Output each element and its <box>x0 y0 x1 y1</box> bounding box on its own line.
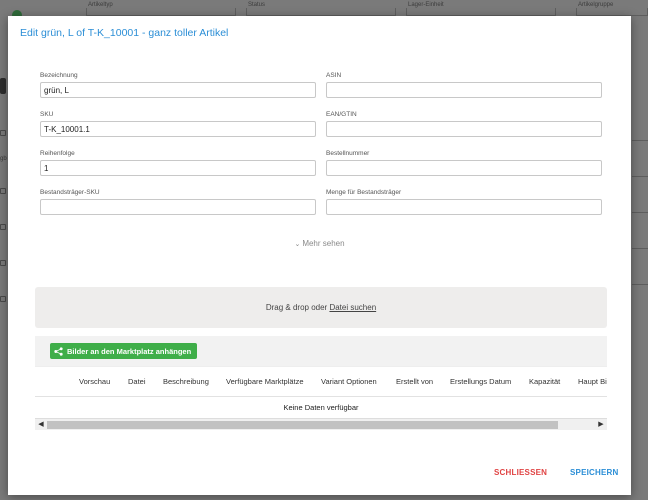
column-header[interactable]: Kapazität <box>529 377 560 386</box>
reihenfolge-input[interactable]: 1 <box>40 160 316 176</box>
bg-cube-icon <box>0 224 6 230</box>
bestandstraeger-sku-input[interactable] <box>40 199 316 215</box>
edit-variant-dialog: Edit grün, L of T-K_10001 - ganz toller … <box>8 16 631 495</box>
file-search-link[interactable]: Datei suchen <box>329 303 376 312</box>
ean-input[interactable] <box>326 121 602 137</box>
bezeichnung-label: Bezeichnung <box>40 72 78 79</box>
bg-cube-icon <box>0 296 6 302</box>
sku-label: SKU <box>40 111 54 118</box>
background-filter-bar: Artikeltyp Status Lager-Einheit Artikelg… <box>0 0 648 16</box>
bg-left-icon <box>0 130 6 136</box>
reihenfolge-field: Reihenfolge 1 <box>40 150 316 176</box>
dialog-title: Edit grün, L of T-K_10001 - ganz toller … <box>20 27 229 39</box>
bg-field <box>86 8 236 16</box>
ean-label: EAN/GTIN <box>326 111 357 118</box>
bg-field <box>576 8 648 16</box>
bestandstraeger-sku-field: Bestandsträger-SKU <box>40 189 316 215</box>
bg-divider <box>632 284 648 285</box>
bezeichnung-field: Bezeichnung grün, L <box>40 72 316 98</box>
sku-input[interactable]: T-K_10001.1 <box>40 121 316 137</box>
bg-divider <box>632 212 648 213</box>
more-link-label: Mehr sehen <box>302 239 345 248</box>
column-header[interactable]: Beschreibung <box>163 377 209 386</box>
column-header[interactable]: Erstellungs Datum <box>450 377 511 386</box>
bg-cube-icon <box>0 260 6 266</box>
bestandstraeger-sku-label: Bestandsträger-SKU <box>40 189 100 196</box>
images-table: Vorschau Datei Beschreibung Verfügbare M… <box>35 366 607 431</box>
share-icon <box>54 346 63 356</box>
scroll-right-icon[interactable]: ▶ <box>595 420 607 430</box>
menge-label: Menge für Bestandsträger <box>326 189 402 196</box>
bg-field <box>406 8 556 16</box>
bg-cube-icon <box>0 188 6 194</box>
attach-to-marketplace-button[interactable]: Bilder an den Marktplatz anhängen <box>50 343 198 359</box>
bg-left-text: gb <box>0 156 7 162</box>
table-empty-message: Keine Daten verfügbar <box>283 403 359 412</box>
column-header[interactable]: Datei <box>128 377 146 386</box>
file-dropzone[interactable]: Drag & drop oder Datei suchen <box>35 287 607 328</box>
more-link[interactable]: ⌄ Mehr sehen <box>8 239 631 248</box>
chevron-down-icon: ⌄ <box>294 241 301 248</box>
bestellnummer-input[interactable] <box>326 160 602 176</box>
bezeichnung-input[interactable]: grün, L <box>40 82 316 98</box>
column-header[interactable]: Vorschau <box>79 377 110 386</box>
column-header[interactable]: Variant Optionen <box>321 377 377 386</box>
horizontal-scrollbar[interactable]: ◀ ▶ <box>35 418 607 430</box>
column-header[interactable]: Verfügbare Marktplätze <box>226 377 304 386</box>
bg-left-button <box>0 78 6 94</box>
table-header: Vorschau Datei Beschreibung Verfügbare M… <box>35 367 607 397</box>
bestellnummer-label: Bestellnummer <box>326 150 370 157</box>
bestellnummer-field: Bestellnummer <box>326 150 602 176</box>
asin-label: ASIN <box>326 72 342 79</box>
menge-input[interactable] <box>326 199 602 215</box>
sku-field: SKU T-K_10001.1 <box>40 111 316 137</box>
asin-input[interactable] <box>326 82 602 98</box>
menge-field: Menge für Bestandsträger <box>326 189 602 215</box>
column-header[interactable]: Erstellt von <box>396 377 433 386</box>
image-toolbar: Bilder an den Marktplatz anhängen <box>35 336 607 366</box>
asin-field: ASIN <box>326 72 602 98</box>
reihenfolge-label: Reihenfolge <box>40 150 75 157</box>
bg-divider <box>632 140 648 141</box>
dropzone-text: Drag & drop oder <box>265 303 328 312</box>
bg-field <box>246 8 396 16</box>
column-header[interactable]: Haupt Bi <box>578 377 607 386</box>
close-button[interactable]: SCHLIESSEN <box>494 468 547 477</box>
bg-divider <box>632 248 648 249</box>
ean-field: EAN/GTIN <box>326 111 602 137</box>
attach-button-label: Bilder an den Marktplatz anhängen <box>67 346 192 356</box>
bg-divider <box>632 176 648 177</box>
scrollbar-thumb[interactable] <box>47 421 558 429</box>
scroll-left-icon[interactable]: ◀ <box>35 420 47 430</box>
save-button[interactable]: SPEICHERN <box>570 468 618 477</box>
